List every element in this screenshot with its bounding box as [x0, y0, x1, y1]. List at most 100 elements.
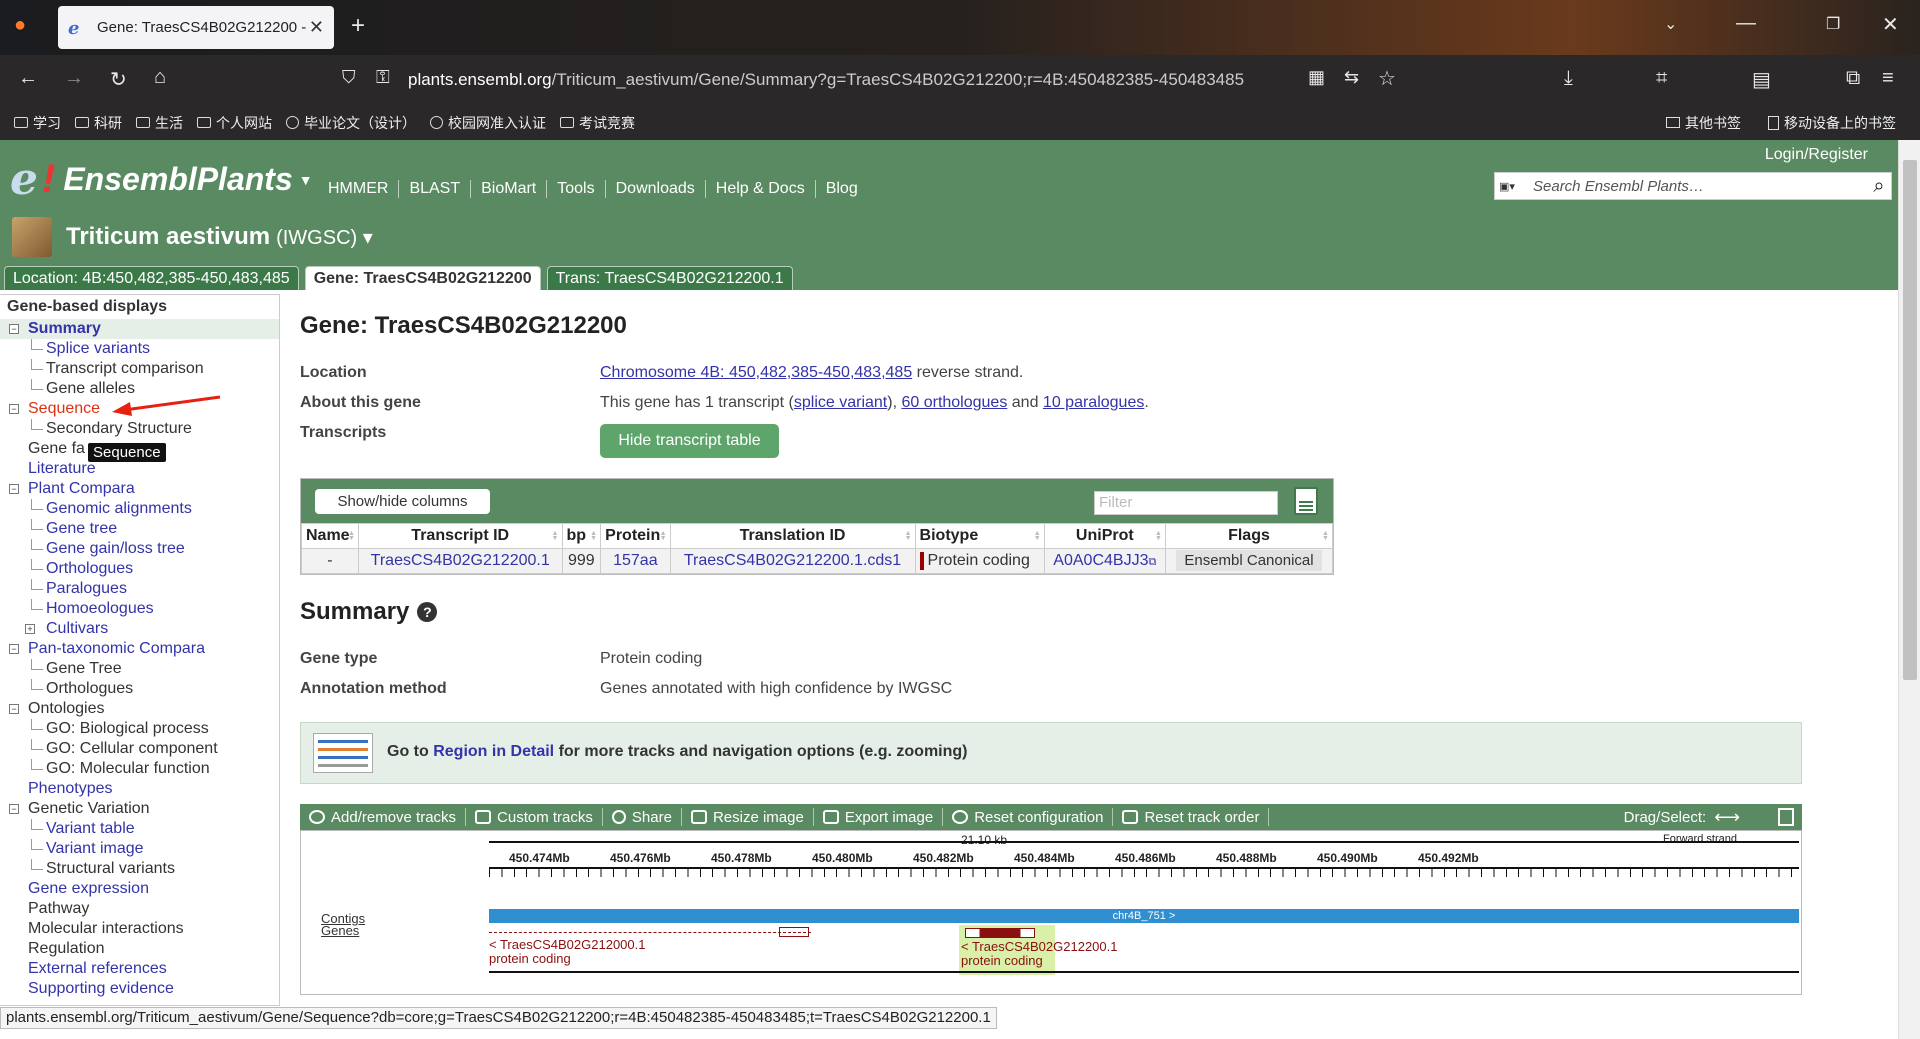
sidebar-item-label[interactable]: Sequence — [28, 400, 100, 417]
sidebar-item-plant-compara[interactable]: − Plant Compara — [0, 479, 279, 499]
region-thumbnail-icon[interactable] — [313, 733, 373, 773]
url-bar[interactable]: plants.ensembl.org /Triticum_aestivum/Ge… — [328, 61, 1408, 99]
sidebar-item-variant-image[interactable]: Variant image — [0, 839, 279, 859]
sidebar-item-label[interactable]: Phenotypes — [28, 780, 113, 797]
reset-track-order-button[interactable]: Reset track order — [1113, 808, 1270, 826]
help-icon[interactable]: ? — [417, 602, 438, 622]
other-bookmarks[interactable]: 其他书签 — [1666, 105, 1741, 140]
tab-location[interactable]: Location: 4B:450,482,385-450,483,485 — [4, 266, 299, 290]
tab-transcript[interactable]: Trans: TraesCS4B02G212200.1 — [546, 266, 793, 290]
sidebar-item-label[interactable]: Cultivars — [46, 620, 108, 637]
contig-bar[interactable]: chr4B_751 > — [489, 909, 1799, 923]
sidebar-item-homoeologues[interactable]: Homoeologues — [0, 599, 279, 619]
protein-link[interactable]: 157aa — [613, 552, 658, 569]
nav-help-docs[interactable]: Help & Docs — [704, 180, 815, 198]
show-hide-columns-button[interactable]: Show/hide columns — [315, 489, 490, 514]
sidebar-item-genomic-alignments[interactable]: Genomic alignments — [0, 499, 279, 519]
collapse-icon[interactable]: − — [9, 484, 19, 494]
sidebar-item-phenotypes[interactable]: Phenotypes — [0, 779, 279, 799]
sidebar-item-label[interactable]: Supporting evidence — [28, 980, 174, 997]
sidebar-item-literature[interactable]: Literature — [0, 459, 279, 479]
download-icon[interactable]: ⤓ — [1564, 67, 1573, 90]
browser-tab[interactable]: e Gene: TraesCS4B02G212200 - Triticum_ae… — [58, 6, 334, 49]
nav-tools[interactable]: Tools — [546, 180, 604, 198]
nav-blast[interactable]: BLAST — [398, 180, 470, 198]
page-scrollbar[interactable] — [1898, 140, 1920, 1039]
ensembl-logo[interactable]: e! EnsemblPlants ▼ — [10, 154, 313, 205]
collapse-icon[interactable]: − — [9, 804, 19, 814]
bookmark-folder[interactable]: 考试竞赛 — [560, 113, 635, 133]
sidebar-item-gene-tree[interactable]: Gene tree — [0, 519, 279, 539]
sidebar-item-gene-gain-loss-tree[interactable]: Gene gain/loss tree — [0, 539, 279, 559]
gene2-label[interactable]: < TraesCS4B02G212200.1 — [961, 939, 1117, 954]
bookmark-link[interactable]: 校园网准入认证 — [430, 113, 546, 133]
region-in-detail-link[interactable]: Region in Detail — [433, 743, 554, 760]
col-protein[interactable]: Protein — [600, 523, 671, 549]
expand-icon[interactable]: + — [25, 624, 35, 634]
tab-list-icon[interactable]: ⌄ — [1664, 14, 1677, 34]
sidebar-item-label[interactable]: Paralogues — [46, 580, 127, 597]
login-register-link[interactable]: Login/Register — [1765, 146, 1868, 164]
forward-icon[interactable]: → — [64, 67, 84, 90]
region-image[interactable]: 21.10 kb Forward strand 450.474Mb 450.47… — [300, 830, 1802, 995]
sidebar-item-label[interactable]: Variant table — [46, 820, 135, 837]
sidebar-item-label[interactable]: Literature — [28, 460, 96, 477]
restore-icon[interactable]: ❐ — [1826, 14, 1840, 34]
sidebar-item-orthologues[interactable]: Orthologues — [0, 559, 279, 579]
gene2-exon[interactable] — [965, 928, 1035, 938]
nav-biomart[interactable]: BioMart — [470, 180, 546, 198]
sidebar-item-label[interactable]: Plant Compara — [28, 480, 135, 497]
export-spreadsheet-icon[interactable] — [1294, 487, 1318, 515]
sidebar-item-label[interactable]: Gene tree — [46, 520, 117, 537]
sidebar-item-label[interactable]: Genomic alignments — [46, 500, 192, 517]
minimize-icon[interactable]: — — [1736, 12, 1756, 35]
sidebar-item-label[interactable]: Variant image — [46, 840, 144, 857]
paralogues-link[interactable]: 10 paralogues — [1043, 394, 1144, 411]
sidebar-item-external-references[interactable]: External references — [0, 959, 279, 979]
search-box[interactable]: ▣▾ Search Ensembl Plants… ⌕ — [1494, 172, 1892, 200]
sidebar-item-cultivars[interactable]: + Cultivars — [0, 619, 279, 639]
species-name[interactable]: Triticum aestivum — [66, 223, 270, 251]
bookmark-folder[interactable]: 科研 — [75, 113, 122, 133]
search-scope-icon[interactable]: ▣▾ — [1495, 180, 1525, 193]
shield-icon[interactable]: ⛉ — [342, 67, 356, 88]
sidebar-item-label[interactable]: Orthologues — [46, 560, 133, 577]
assembly-name[interactable]: (IWGSC) ▾ — [276, 225, 373, 250]
close-window-icon[interactable]: ✕ — [1882, 12, 1899, 37]
orthologues-link[interactable]: 60 orthologues — [901, 394, 1007, 411]
reset-configuration-button[interactable]: Reset configuration — [943, 808, 1114, 826]
sidebar-item-label[interactable]: Gene gain/loss tree — [46, 540, 185, 557]
drag-arrows-icon[interactable]: ⟷ — [1714, 807, 1740, 828]
hide-transcript-table-button[interactable]: Hide transcript table — [600, 424, 779, 458]
bookmark-folder[interactable]: 学习 — [14, 113, 61, 133]
location-link[interactable]: Chromosome 4B: 450,482,385-450,483,485 — [600, 364, 912, 381]
gene1-label[interactable]: < TraesCS4B02G212000.1 — [489, 937, 645, 952]
menu-icon[interactable]: ≡ — [1882, 67, 1894, 90]
sidebar-item-pan-taxonomic-compara[interactable]: − Pan-taxonomic Compara — [0, 639, 279, 659]
track-label-genes[interactable]: Genes — [321, 923, 359, 938]
lock-icon[interactable]: ⚿ — [376, 67, 390, 88]
col-flags[interactable]: Flags — [1164, 523, 1334, 549]
dropdown-icon[interactable]: ▼ — [299, 172, 313, 188]
reload-icon[interactable]: ↻ — [110, 67, 127, 92]
close-tab-icon[interactable]: ✕ — [309, 17, 324, 38]
col-translation-id[interactable]: Translation ID — [669, 523, 916, 549]
custom-tracks-button[interactable]: Custom tracks — [466, 808, 603, 826]
sidebar-item-label[interactable]: Homoeologues — [46, 600, 154, 617]
add-remove-tracks-button[interactable]: Add/remove tracks — [300, 808, 467, 826]
export-image-button[interactable]: Export image — [814, 808, 944, 826]
bookmark-link[interactable]: 毕业论文（设计） — [286, 113, 416, 133]
sidebar-item-label[interactable]: External references — [28, 960, 167, 977]
sidebar-item-supporting-evidence[interactable]: Supporting evidence — [0, 979, 279, 999]
select-mode-icon[interactable] — [1778, 808, 1794, 826]
splice-variant-link[interactable]: splice variant — [794, 394, 887, 411]
filter-input[interactable]: Filter — [1094, 491, 1278, 515]
home-icon[interactable]: ⌂ — [154, 66, 166, 89]
drag-select-control[interactable]: Drag/Select: ⟷ — [1624, 807, 1740, 828]
collapse-icon[interactable]: − — [9, 404, 19, 414]
collapse-icon[interactable]: − — [9, 324, 19, 334]
bookmark-folder[interactable]: 生活 — [136, 113, 183, 133]
col-transcript-id[interactable]: Transcript ID — [357, 523, 563, 549]
translate-icon[interactable]: ⇆ — [1344, 67, 1359, 88]
collapse-icon[interactable]: − — [9, 704, 19, 714]
